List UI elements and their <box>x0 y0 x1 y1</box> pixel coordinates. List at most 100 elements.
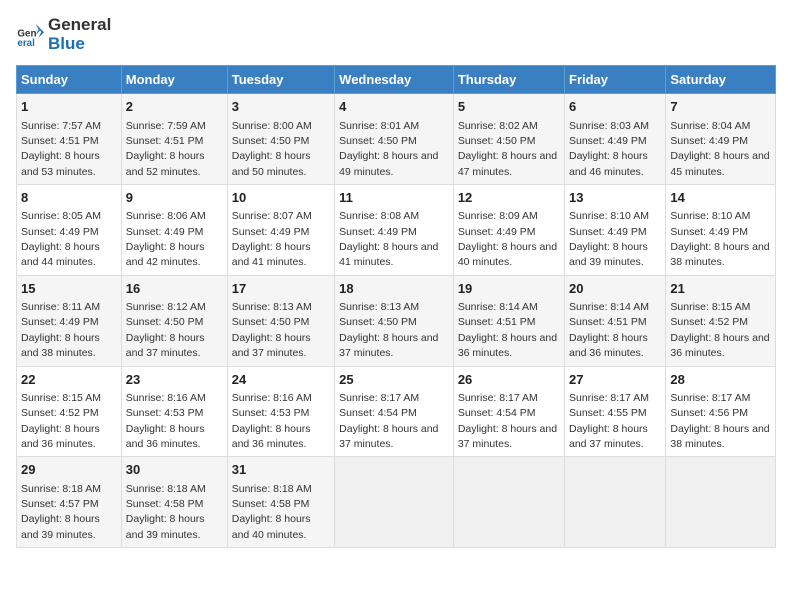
calendar-week-4: 22Sunrise: 8:15 AMSunset: 4:52 PMDayligh… <box>17 366 776 457</box>
day-sunset: Sunset: 4:56 PM <box>670 407 748 419</box>
day-number: 17 <box>232 280 330 298</box>
day-number: 2 <box>126 98 223 116</box>
calendar-cell: 7Sunrise: 8:04 AMSunset: 4:49 PMDaylight… <box>666 94 776 185</box>
svg-text:eral: eral <box>17 38 35 49</box>
day-daylight: Daylight: 8 hours and 52 minutes. <box>126 150 205 177</box>
calendar-cell: 28Sunrise: 8:17 AMSunset: 4:56 PMDayligh… <box>666 366 776 457</box>
day-number: 19 <box>458 280 560 298</box>
calendar-cell <box>666 457 776 548</box>
calendar-cell: 1 Sunrise: 7:57 AM Sunset: 4:51 PM Daylight… <box>17 94 122 185</box>
day-sunset: Sunset: 4:49 PM <box>21 316 99 328</box>
day-number: 14 <box>670 189 771 207</box>
calendar-cell: 6Sunrise: 8:03 AMSunset: 4:49 PMDaylight… <box>565 94 666 185</box>
day-sunrise: Sunrise: 8:17 AM <box>458 392 538 404</box>
day-sunrise: Sunrise: 8:01 AM <box>339 120 419 132</box>
col-header-sunday: Sunday <box>17 66 122 94</box>
day-daylight: Daylight: 8 hours and 44 minutes. <box>21 241 100 268</box>
day-sunset: Sunset: 4:50 PM <box>232 316 310 328</box>
day-sunset: Sunset: 4:51 PM <box>21 135 99 147</box>
day-sunrise: Sunrise: 7:57 AM <box>21 120 101 132</box>
day-daylight: Daylight: 8 hours and 41 minutes. <box>339 241 438 268</box>
col-header-tuesday: Tuesday <box>227 66 334 94</box>
day-number: 11 <box>339 189 449 207</box>
day-sunrise: Sunrise: 8:17 AM <box>339 392 419 404</box>
calendar-cell: 21Sunrise: 8:15 AMSunset: 4:52 PMDayligh… <box>666 275 776 366</box>
day-number: 7 <box>670 98 771 116</box>
calendar-cell: 4 Sunrise: 8:01 AM Sunset: 4:50 PM Daylight… <box>335 94 454 185</box>
day-number: 15 <box>21 280 117 298</box>
day-daylight: Daylight: 8 hours and 38 minutes. <box>670 423 769 450</box>
col-header-thursday: Thursday <box>453 66 564 94</box>
day-sunset: Sunset: 4:49 PM <box>21 226 99 238</box>
calendar-cell: 19Sunrise: 8:14 AMSunset: 4:51 PMDayligh… <box>453 275 564 366</box>
day-sunset: Sunset: 4:50 PM <box>339 135 417 147</box>
day-sunset: Sunset: 4:49 PM <box>126 226 204 238</box>
header: Gen eral General Blue <box>16 16 776 53</box>
day-daylight: Daylight: 8 hours and 37 minutes. <box>339 332 438 359</box>
day-daylight: Daylight: 8 hours and 37 minutes. <box>569 423 648 450</box>
day-sunrise: Sunrise: 8:13 AM <box>232 301 312 313</box>
day-daylight: Daylight: 8 hours and 39 minutes. <box>126 513 205 540</box>
day-number: 4 <box>339 98 449 116</box>
day-daylight: Daylight: 8 hours and 49 minutes. <box>339 150 438 177</box>
day-sunrise: Sunrise: 8:05 AM <box>21 210 101 222</box>
day-sunset: Sunset: 4:50 PM <box>339 316 417 328</box>
col-header-monday: Monday <box>121 66 227 94</box>
calendar-cell: 25Sunrise: 8:17 AMSunset: 4:54 PMDayligh… <box>335 366 454 457</box>
calendar-cell: 20Sunrise: 8:14 AMSunset: 4:51 PMDayligh… <box>565 275 666 366</box>
day-daylight: Daylight: 8 hours and 37 minutes. <box>126 332 205 359</box>
calendar-cell: 15Sunrise: 8:11 AMSunset: 4:49 PMDayligh… <box>17 275 122 366</box>
day-sunrise: Sunrise: 8:12 AM <box>126 301 206 313</box>
logo-general: General <box>48 15 111 34</box>
day-daylight: Daylight: 8 hours and 53 minutes. <box>21 150 100 177</box>
day-number: 3 <box>232 98 330 116</box>
day-sunset: Sunset: 4:53 PM <box>126 407 204 419</box>
day-sunrise: Sunrise: 8:06 AM <box>126 210 206 222</box>
day-sunset: Sunset: 4:54 PM <box>339 407 417 419</box>
calendar-cell: 29Sunrise: 8:18 AMSunset: 4:57 PMDayligh… <box>17 457 122 548</box>
day-sunrise: Sunrise: 8:08 AM <box>339 210 419 222</box>
day-sunset: Sunset: 4:54 PM <box>458 407 536 419</box>
day-number: 27 <box>569 371 661 389</box>
calendar-cell <box>453 457 564 548</box>
day-sunrise: Sunrise: 8:13 AM <box>339 301 419 313</box>
calendar-cell: 12Sunrise: 8:09 AMSunset: 4:49 PMDayligh… <box>453 185 564 276</box>
day-sunrise: Sunrise: 8:14 AM <box>569 301 649 313</box>
day-number: 22 <box>21 371 117 389</box>
day-number: 5 <box>458 98 560 116</box>
day-sunset: Sunset: 4:58 PM <box>232 498 310 510</box>
day-sunrise: Sunrise: 8:18 AM <box>232 483 312 495</box>
day-sunset: Sunset: 4:49 PM <box>232 226 310 238</box>
day-number: 21 <box>670 280 771 298</box>
day-sunrise: Sunrise: 8:16 AM <box>126 392 206 404</box>
day-sunset: Sunset: 4:51 PM <box>458 316 536 328</box>
day-sunset: Sunset: 4:49 PM <box>670 226 748 238</box>
day-sunset: Sunset: 4:57 PM <box>21 498 99 510</box>
col-header-friday: Friday <box>565 66 666 94</box>
calendar-cell: 17Sunrise: 8:13 AMSunset: 4:50 PMDayligh… <box>227 275 334 366</box>
day-sunrise: Sunrise: 8:00 AM <box>232 120 312 132</box>
day-daylight: Daylight: 8 hours and 50 minutes. <box>232 150 311 177</box>
day-daylight: Daylight: 8 hours and 39 minutes. <box>569 241 648 268</box>
day-sunrise: Sunrise: 8:14 AM <box>458 301 538 313</box>
day-sunrise: Sunrise: 8:17 AM <box>569 392 649 404</box>
day-number: 18 <box>339 280 449 298</box>
day-number: 12 <box>458 189 560 207</box>
day-number: 24 <box>232 371 330 389</box>
calendar-cell: 16Sunrise: 8:12 AMSunset: 4:50 PMDayligh… <box>121 275 227 366</box>
calendar-week-5: 29Sunrise: 8:18 AMSunset: 4:57 PMDayligh… <box>17 457 776 548</box>
calendar-week-3: 15Sunrise: 8:11 AMSunset: 4:49 PMDayligh… <box>17 275 776 366</box>
day-sunrise: Sunrise: 8:16 AM <box>232 392 312 404</box>
day-daylight: Daylight: 8 hours and 36 minutes. <box>232 423 311 450</box>
day-number: 13 <box>569 189 661 207</box>
day-daylight: Daylight: 8 hours and 45 minutes. <box>670 150 769 177</box>
calendar-cell: 2Sunrise: 7:59 AMSunset: 4:51 PMDaylight… <box>121 94 227 185</box>
day-sunrise: Sunrise: 8:10 AM <box>670 210 750 222</box>
day-number: 30 <box>126 461 223 479</box>
day-number: 1 <box>21 98 117 116</box>
day-number: 25 <box>339 371 449 389</box>
day-sunset: Sunset: 4:49 PM <box>569 226 647 238</box>
day-daylight: Daylight: 8 hours and 36 minutes. <box>569 332 648 359</box>
day-sunrise: Sunrise: 8:07 AM <box>232 210 312 222</box>
calendar-cell: 23Sunrise: 8:16 AMSunset: 4:53 PMDayligh… <box>121 366 227 457</box>
